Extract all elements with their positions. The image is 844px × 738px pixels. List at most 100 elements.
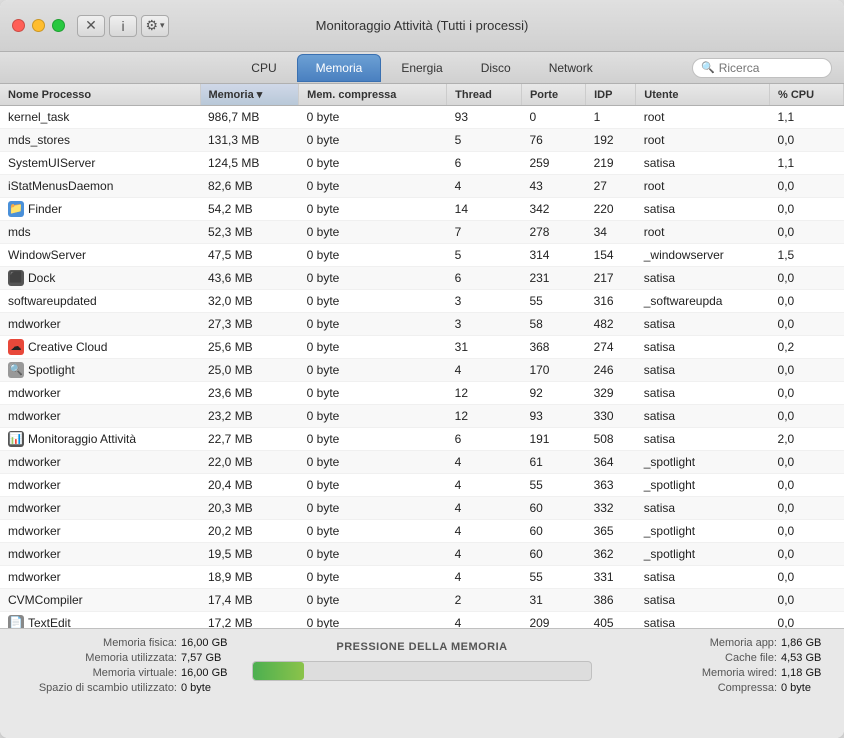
table-row[interactable]: mds_stores 131,3 MB 0 byte 5 76 192 root… — [0, 129, 844, 152]
col-porte[interactable]: Porte — [521, 84, 585, 106]
cell-thread: 6 — [447, 267, 522, 290]
table-row[interactable]: mds 52,3 MB 0 byte 7 278 34 root 0,0 — [0, 221, 844, 244]
cell-thread: 4 — [447, 566, 522, 589]
cell-thread: 6 — [447, 428, 522, 451]
cell-porte: 278 — [521, 221, 585, 244]
table-row[interactable]: ⬛ Dock 43,6 MB 0 byte 6 231 217 satisa 0… — [0, 267, 844, 290]
table-row[interactable]: mdworker 20,4 MB 0 byte 4 55 363 _spotli… — [0, 474, 844, 497]
cell-utente: satisa — [636, 405, 770, 428]
cell-thread: 4 — [447, 612, 522, 629]
col-memoria[interactable]: Memoria ▾ — [200, 84, 299, 106]
col-utente[interactable]: Utente — [636, 84, 770, 106]
cell-thread: 4 — [447, 474, 522, 497]
cell-porte: 60 — [521, 520, 585, 543]
maximize-button[interactable] — [52, 19, 65, 32]
col-mem-compressa[interactable]: Mem. compressa — [299, 84, 447, 106]
cell-name: 🔍 Spotlight — [0, 359, 200, 381]
cell-utente: satisa — [636, 198, 770, 221]
virtuale-label: Memoria virtuale: — [12, 667, 177, 679]
cell-cpu: 0,0 — [770, 382, 844, 405]
cell-mem-compressa: 0 byte — [299, 543, 447, 566]
cell-idp: 405 — [586, 612, 636, 629]
table-row[interactable]: 📄 TextEdit 17,2 MB 0 byte 4 209 405 sati… — [0, 612, 844, 629]
cell-mem-compressa: 0 byte — [299, 497, 447, 520]
table-row[interactable]: mdworker 23,2 MB 0 byte 12 93 330 satisa… — [0, 405, 844, 428]
main-window: ✕ i ⚙ ▾ Monitoraggio Attività (Tutti i p… — [0, 0, 844, 738]
cell-thread: 3 — [447, 313, 522, 336]
tab-energia[interactable]: Energia — [383, 54, 460, 82]
table-row[interactable]: mdworker 18,9 MB 0 byte 4 55 331 satisa … — [0, 566, 844, 589]
tab-cpu[interactable]: CPU — [233, 54, 294, 82]
info-button[interactable]: i — [109, 15, 137, 37]
cell-utente: satisa — [636, 566, 770, 589]
process-table-container[interactable]: Nome Processo Memoria ▾ Mem. compressa T… — [0, 84, 844, 628]
cell-thread: 6 — [447, 152, 522, 175]
table-row[interactable]: 📁 Finder 54,2 MB 0 byte 14 342 220 satis… — [0, 198, 844, 221]
cell-porte: 0 — [521, 106, 585, 129]
close-button[interactable] — [12, 19, 25, 32]
cell-memoria: 17,4 MB — [200, 589, 299, 612]
cell-idp: 217 — [586, 267, 636, 290]
info-icon: i — [121, 18, 124, 34]
cell-mem-compressa: 0 byte — [299, 198, 447, 221]
cell-cpu: 0,0 — [770, 267, 844, 290]
search-input[interactable] — [719, 61, 823, 75]
cell-name: iStatMenusDaemon — [0, 175, 200, 197]
cell-memoria: 18,9 MB — [200, 566, 299, 589]
table-row[interactable]: 📊 Monitoraggio Attività 22,7 MB 0 byte 6… — [0, 428, 844, 451]
col-cpu[interactable]: % CPU — [770, 84, 844, 106]
cell-idp: 219 — [586, 152, 636, 175]
cell-memoria: 32,0 MB — [200, 290, 299, 313]
table-row[interactable]: mdworker 27,3 MB 0 byte 3 58 482 satisa … — [0, 313, 844, 336]
table-row[interactable]: softwareupdated 32,0 MB 0 byte 3 55 316 … — [0, 290, 844, 313]
table-row[interactable]: kernel_task 986,7 MB 0 byte 93 0 1 root … — [0, 106, 844, 129]
cell-porte: 61 — [521, 451, 585, 474]
table-row[interactable]: mdworker 20,3 MB 0 byte 4 60 332 satisa … — [0, 497, 844, 520]
col-thread[interactable]: Thread — [447, 84, 522, 106]
table-row[interactable]: iStatMenusDaemon 82,6 MB 0 byte 4 43 27 … — [0, 175, 844, 198]
cell-utente: satisa — [636, 497, 770, 520]
back-icon: ✕ — [85, 17, 97, 34]
table-row[interactable]: SystemUIServer 124,5 MB 0 byte 6 259 219… — [0, 152, 844, 175]
table-row[interactable]: mdworker 19,5 MB 0 byte 4 60 362 _spotli… — [0, 543, 844, 566]
cell-mem-compressa: 0 byte — [299, 612, 447, 629]
table-row[interactable]: WindowServer 47,5 MB 0 byte 5 314 154 _w… — [0, 244, 844, 267]
tab-network[interactable]: Network — [531, 54, 611, 82]
cell-memoria: 82,6 MB — [200, 175, 299, 198]
table-row[interactable]: CVMCompiler 17,4 MB 0 byte 2 31 386 sati… — [0, 589, 844, 612]
table-row[interactable]: ☁ Creative Cloud 25,6 MB 0 byte 31 368 2… — [0, 336, 844, 359]
table-row[interactable]: mdworker 22,0 MB 0 byte 4 61 364 _spotli… — [0, 451, 844, 474]
cell-cpu: 0,0 — [770, 198, 844, 221]
cell-porte: 58 — [521, 313, 585, 336]
toolbar-buttons: ✕ i ⚙ ▾ — [77, 15, 169, 37]
gear-button[interactable]: ⚙ ▾ — [141, 15, 169, 37]
cell-utente: satisa — [636, 382, 770, 405]
titlebar: ✕ i ⚙ ▾ Monitoraggio Attività (Tutti i p… — [0, 0, 844, 52]
cell-mem-compressa: 0 byte — [299, 382, 447, 405]
cell-utente: _softwareupda — [636, 290, 770, 313]
app-row: Memoria app: 1,86 GB — [612, 637, 832, 649]
process-table: Nome Processo Memoria ▾ Mem. compressa T… — [0, 84, 844, 628]
cell-utente: satisa — [636, 267, 770, 290]
cell-name: SystemUIServer — [0, 152, 200, 174]
cell-thread: 31 — [447, 336, 522, 359]
virtuale-row: Memoria virtuale: 16,00 GB — [12, 667, 232, 679]
table-row[interactable]: mdworker 20,2 MB 0 byte 4 60 365 _spotli… — [0, 520, 844, 543]
cell-utente: satisa — [636, 152, 770, 175]
back-button[interactable]: ✕ — [77, 15, 105, 37]
tab-memoria[interactable]: Memoria — [297, 54, 382, 82]
table-row[interactable]: 🔍 Spotlight 25,0 MB 0 byte 4 170 246 sat… — [0, 359, 844, 382]
cell-utente: satisa — [636, 589, 770, 612]
tab-disco[interactable]: Disco — [463, 54, 529, 82]
cell-mem-compressa: 0 byte — [299, 336, 447, 359]
col-idp[interactable]: IDP — [586, 84, 636, 106]
cell-porte: 368 — [521, 336, 585, 359]
search-box[interactable]: 🔍 — [692, 58, 832, 78]
col-nome[interactable]: Nome Processo — [0, 84, 200, 106]
cell-name: mdworker — [0, 451, 200, 473]
minimize-button[interactable] — [32, 19, 45, 32]
cell-mem-compressa: 0 byte — [299, 221, 447, 244]
cell-name: mdworker — [0, 313, 200, 335]
table-row[interactable]: mdworker 23,6 MB 0 byte 12 92 329 satisa… — [0, 382, 844, 405]
cell-porte: 191 — [521, 428, 585, 451]
